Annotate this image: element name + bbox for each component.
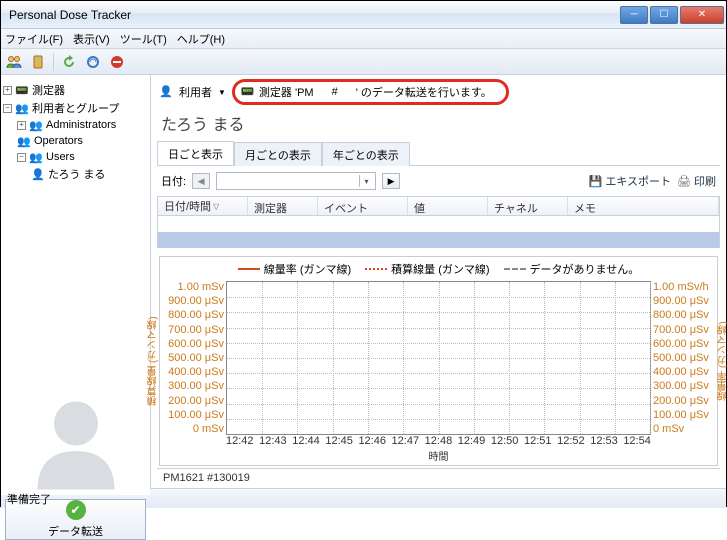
next-date-button[interactable]: ▶ bbox=[382, 173, 400, 189]
table-row[interactable] bbox=[158, 232, 719, 248]
avatar-icon bbox=[21, 385, 131, 495]
transfer-message-highlight: 📟 測定器 'PM # ' のデータ転送を行います。 bbox=[232, 79, 509, 105]
users-icon: 👥 bbox=[15, 101, 29, 115]
group-icon: 👥 bbox=[29, 118, 43, 132]
tree-operators[interactable]: Operators bbox=[34, 135, 83, 147]
prev-date-button[interactable]: ◀ bbox=[192, 173, 210, 189]
col-datetime[interactable]: 日付/時間 bbox=[164, 198, 211, 214]
tree-instruments[interactable]: 測定器 bbox=[32, 82, 65, 98]
group-icon: 👥 bbox=[17, 134, 31, 148]
maximize-button[interactable]: ☐ bbox=[650, 6, 678, 24]
y-axis-right: 線量率 (ガンマ線) 1.00 mSv/h900.00 μSv800.00 μS… bbox=[651, 281, 717, 435]
device-icon[interactable] bbox=[29, 53, 47, 71]
tree-user[interactable]: たろう まる bbox=[48, 166, 105, 182]
menu-view[interactable]: 表示(V) bbox=[73, 31, 110, 47]
menu-help[interactable]: ヘルプ(H) bbox=[177, 31, 225, 47]
msg-suffix: ' のデータ転送を行います。 bbox=[356, 84, 492, 100]
menu-file[interactable]: ファイル(F) bbox=[5, 31, 63, 47]
expander-icon[interactable]: − bbox=[3, 104, 12, 113]
tab-year[interactable]: 年ごとの表示 bbox=[322, 142, 410, 166]
close-button[interactable]: ✕ bbox=[680, 6, 724, 24]
legend-accum: 積算線量 (ガンマ線) bbox=[391, 261, 489, 277]
sort-down-icon[interactable]: ▽ bbox=[213, 202, 219, 211]
link-icon[interactable] bbox=[84, 53, 102, 71]
print-button[interactable]: 🖨印刷 bbox=[677, 173, 716, 189]
tree-admins[interactable]: Administrators bbox=[46, 119, 116, 131]
main-pane: 👤 利用者 ▼ 📟 測定器 'PM # ' のデータ転送を行います。 たろう ま… bbox=[151, 75, 726, 488]
plot-area bbox=[226, 281, 651, 435]
x-axis: 12:4212:4312:4412:4512:4612:4712:4812:49… bbox=[160, 435, 717, 447]
stop-icon[interactable] bbox=[108, 53, 126, 71]
chevron-down-icon: ▾ bbox=[359, 175, 373, 187]
toolbar bbox=[1, 49, 726, 75]
group-icon: 👥 bbox=[29, 150, 43, 164]
table-row[interactable] bbox=[158, 216, 719, 232]
title-bar: Personal Dose Tracker ─ ☐ ✕ bbox=[1, 1, 726, 29]
col-value[interactable]: 値 bbox=[408, 197, 488, 215]
tree-users[interactable]: Users bbox=[46, 151, 75, 163]
tab-day[interactable]: 日ごと表示 bbox=[157, 141, 234, 165]
msg-prefix: 測定器 'PM bbox=[259, 84, 314, 100]
y-right-label: 線量率 (ガンマ線) bbox=[716, 321, 727, 400]
avatar-pane bbox=[1, 375, 150, 495]
x-axis-label: 時間 bbox=[160, 447, 717, 465]
grid-body[interactable] bbox=[157, 216, 720, 248]
col-event[interactable]: イベント bbox=[318, 197, 408, 215]
left-pane: +📟測定器 −👥利用者とグループ +👥Administrators 👥Opera… bbox=[1, 75, 151, 488]
tab-bar: 日ごと表示 月ごとの表示 年ごとの表示 bbox=[157, 141, 720, 166]
y-axis-left: 積算線量 (ガンマ線) 1.00 mSv900.00 μSv800.00 μSv… bbox=[160, 281, 226, 435]
date-label: 日付: bbox=[161, 173, 186, 189]
col-memo[interactable]: メモ bbox=[568, 197, 719, 215]
expander-icon[interactable]: − bbox=[17, 153, 26, 162]
save-icon: 💾 bbox=[589, 175, 603, 188]
chart-area: 線量率 (ガンマ線) 積算線量 (ガンマ線) データがありません。 積算線量 (… bbox=[159, 256, 718, 466]
refresh-icon[interactable] bbox=[60, 53, 78, 71]
chart-legend: 線量率 (ガンマ線) 積算線量 (ガンマ線) データがありません。 bbox=[160, 257, 717, 281]
users-icon[interactable] bbox=[5, 53, 23, 71]
minimize-button[interactable]: ─ bbox=[620, 6, 648, 24]
selected-user-name: たろう まる bbox=[157, 109, 720, 139]
expander-icon[interactable]: + bbox=[17, 121, 26, 130]
export-button[interactable]: 💾エキスポート bbox=[589, 173, 671, 189]
menu-bar: ファイル(F) 表示(V) ツール(T) ヘルプ(H) bbox=[1, 29, 726, 49]
user-icon: 👤 bbox=[31, 167, 45, 181]
printer-icon: 🖨 bbox=[677, 175, 691, 188]
device-icon: 📟 bbox=[15, 83, 29, 97]
date-combo[interactable]: ▾ bbox=[216, 172, 376, 190]
legend-rate: 線量率 (ガンマ線) bbox=[264, 261, 351, 277]
tree-users-groups[interactable]: 利用者とグループ bbox=[32, 100, 119, 116]
col-device[interactable]: 測定器 bbox=[248, 197, 318, 215]
device-info: PM1621 #130019 bbox=[157, 468, 720, 487]
check-icon: ✔ bbox=[66, 500, 86, 520]
dropdown-icon[interactable]: ▼ bbox=[218, 88, 226, 97]
msg-mid: # bbox=[332, 86, 338, 98]
user-icon: 👤 bbox=[159, 85, 173, 99]
transfer-label: データ転送 bbox=[48, 523, 103, 539]
userbar-label: 利用者 bbox=[179, 84, 212, 100]
col-channel[interactable]: チャネル bbox=[488, 197, 568, 215]
legend-nodata: データがありません。 bbox=[530, 261, 640, 277]
window-title: Personal Dose Tracker bbox=[9, 8, 618, 22]
status-text: 準備完了 bbox=[7, 491, 51, 507]
tab-month[interactable]: 月ごとの表示 bbox=[234, 142, 322, 166]
y-left-label: 積算線量 (ガンマ線) bbox=[146, 316, 161, 405]
menu-tool[interactable]: ツール(T) bbox=[120, 31, 167, 47]
expander-icon[interactable]: + bbox=[3, 86, 12, 95]
device-icon: 📟 bbox=[241, 85, 255, 99]
grid-header: 日付/時間▽ 測定器 イベント 値 チャネル メモ bbox=[157, 196, 720, 216]
tree-view[interactable]: +📟測定器 −👥利用者とグループ +👥Administrators 👥Opera… bbox=[1, 75, 150, 375]
